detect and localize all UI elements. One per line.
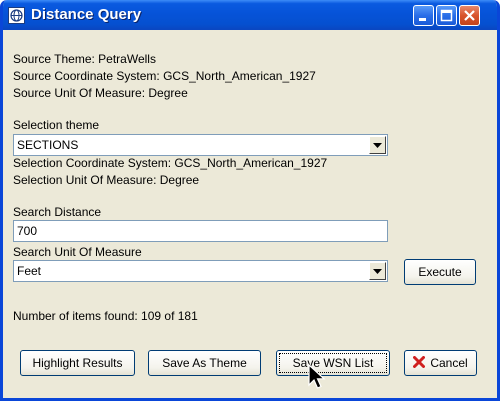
chevron-down-icon[interactable] — [369, 262, 386, 280]
mouse-pointer-icon — [308, 363, 328, 397]
search-unit-select[interactable]: Feet — [13, 260, 388, 282]
save-as-theme-button[interactable]: Save As Theme — [148, 350, 261, 376]
search-distance-label: Search Distance — [13, 205, 102, 219]
selection-coordinate-system-text: Selection Coordinate System: GCS_North_A… — [13, 156, 328, 170]
minimize-icon[interactable] — [413, 5, 434, 26]
highlight-results-button[interactable]: Highlight Results — [20, 350, 135, 376]
close-icon[interactable] — [459, 5, 480, 26]
maximize-icon[interactable] — [436, 5, 457, 26]
selection-theme-select[interactable]: SECTIONS — [13, 134, 388, 156]
search-unit-value: Feet — [17, 264, 42, 278]
cancel-button[interactable]: Cancel — [404, 350, 477, 376]
globe-icon — [8, 7, 25, 24]
save-wsn-list-button[interactable]: Save WSN List — [276, 350, 390, 376]
title-bar[interactable]: Distance Query — [3, 0, 497, 30]
cancel-label: Cancel — [430, 356, 468, 370]
source-unit-text: Source Unit Of Measure: Degree — [13, 86, 188, 100]
search-distance-input[interactable]: 700 — [13, 220, 388, 242]
selection-theme-value: SECTIONS — [17, 138, 79, 152]
distance-query-dialog: Distance Query Source Theme: PetraWells … — [0, 0, 500, 401]
execute-button[interactable]: Execute — [404, 259, 476, 285]
chevron-down-icon[interactable] — [369, 136, 386, 154]
window-title: Distance Query — [31, 6, 142, 23]
source-coordinate-system-text: Source Coordinate System: GCS_North_Amer… — [13, 69, 316, 83]
selection-theme-label: Selection theme — [13, 118, 100, 132]
search-unit-label: Search Unit Of Measure — [13, 245, 142, 259]
x-icon — [413, 352, 426, 376]
selection-unit-text: Selection Unit Of Measure: Degree — [13, 173, 200, 187]
results-count-text: Number of items found: 109 of 181 — [13, 309, 198, 323]
source-theme-text: Source Theme: PetraWells — [13, 52, 156, 66]
